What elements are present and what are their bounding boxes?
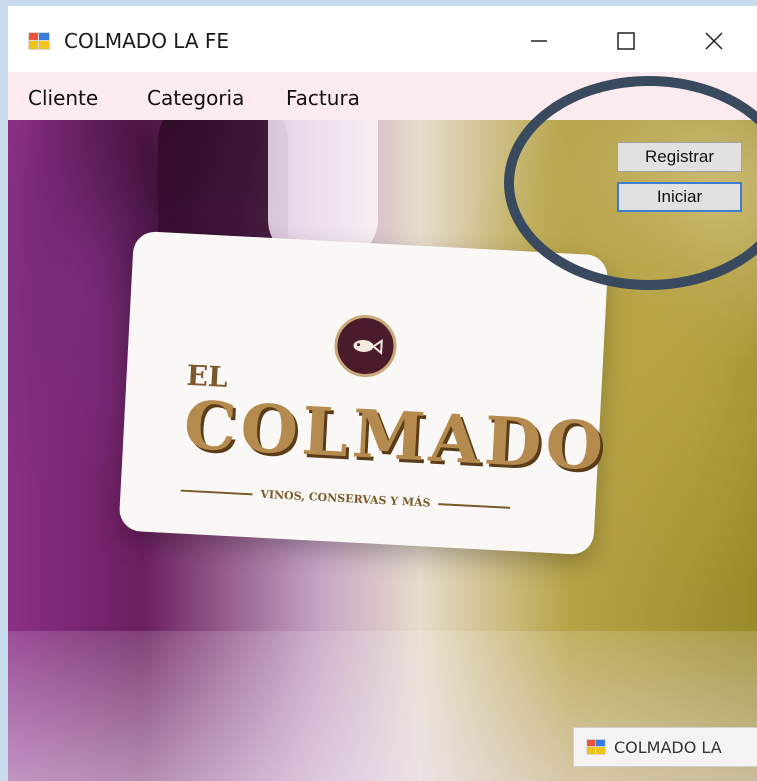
menu-item-cliente[interactable]: Cliente bbox=[28, 86, 98, 110]
fish-logo-icon bbox=[332, 313, 399, 379]
business-card: EL COLMADO VINOS, CONSERVAS Y MÁS bbox=[118, 230, 609, 556]
taskbar-thumbnail[interactable]: COLMADO LA bbox=[573, 727, 757, 767]
app-window: COLMADO LA FE Cliente Categoria Factura bbox=[8, 6, 757, 781]
minimize-button[interactable] bbox=[516, 20, 562, 62]
title-bar[interactable]: COLMADO LA FE bbox=[8, 6, 757, 72]
minimize-icon bbox=[531, 40, 547, 42]
logo-tagline: VINOS, CONSERVAS Y MÁS bbox=[180, 484, 511, 514]
app-icon bbox=[28, 32, 50, 50]
menu-item-categoria[interactable]: Categoria bbox=[147, 86, 244, 110]
tagline-divider-right bbox=[438, 502, 511, 509]
tagline-divider-left bbox=[180, 489, 253, 495]
close-button[interactable] bbox=[691, 20, 737, 62]
app-icon bbox=[586, 739, 606, 755]
menu-item-factura[interactable]: Factura bbox=[286, 86, 360, 110]
logo-text-main: COLMADO bbox=[182, 385, 609, 486]
maximize-button[interactable] bbox=[603, 20, 649, 62]
maximize-icon bbox=[617, 32, 635, 50]
tagline-text: VINOS, CONSERVAS Y MÁS bbox=[260, 487, 431, 510]
window-title: COLMADO LA FE bbox=[64, 29, 230, 53]
fish-icon bbox=[353, 338, 383, 355]
close-icon bbox=[705, 32, 723, 50]
taskbar-label: COLMADO LA bbox=[614, 737, 722, 757]
